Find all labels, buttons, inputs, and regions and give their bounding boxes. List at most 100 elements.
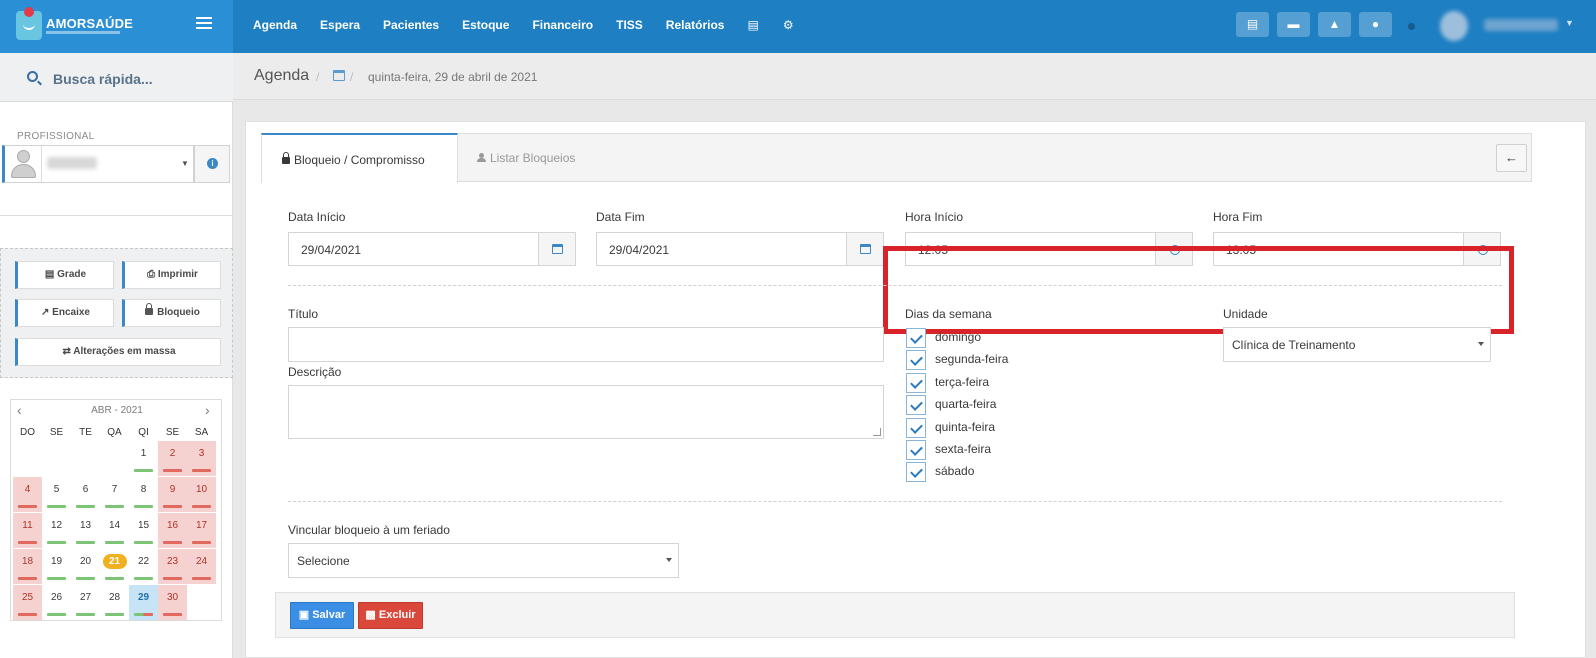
calendar-weekday-header: DO (20, 427, 35, 438)
alteracoes-em-massa-button[interactable]: ⇄ Alterações em massa (15, 338, 221, 366)
calendar-day[interactable]: 19 (42, 549, 71, 584)
chevron-down-icon (666, 558, 672, 562)
calendar-day[interactable]: 17 (187, 513, 216, 548)
grade-button[interactable]: ▤ Grade (15, 261, 114, 289)
calendar-day[interactable]: 16 (158, 513, 187, 548)
checkbox-icon[interactable] (906, 328, 926, 348)
calendar-day[interactable]: 7 (100, 477, 129, 512)
checkbox-icon[interactable] (906, 395, 926, 415)
user-name-blurred[interactable] (1484, 19, 1558, 31)
calendar-day[interactable]: 30 (158, 585, 187, 620)
calendar-day[interactable]: 9 (158, 477, 187, 512)
brand-area: AMORSAÚDE (0, 0, 233, 53)
nav-tiss[interactable]: TISS (616, 18, 643, 32)
calendar-day[interactable]: 6 (71, 477, 100, 512)
availability-bar (163, 505, 182, 508)
dias-da-semana-label: Dias da semana (905, 307, 992, 321)
encaixe-button[interactable]: ↗ Encaixe (15, 299, 114, 327)
availability-bar (134, 469, 153, 472)
avatar[interactable] (1440, 11, 1468, 41)
calendar-day[interactable]: 1 (129, 441, 158, 476)
bloqueio-button[interactable]: Bloqueio (122, 299, 221, 327)
nav-agenda[interactable]: Agenda (253, 18, 297, 32)
nav-pacientes[interactable]: Pacientes (383, 18, 439, 32)
calendar-day[interactable]: 15 (129, 513, 158, 548)
info-icon: i (207, 158, 218, 169)
checkbox-icon[interactable] (906, 462, 926, 482)
availability-bar (163, 613, 182, 616)
calendar-day[interactable]: 12 (42, 513, 71, 548)
calendar-day[interactable]: 28 (100, 585, 129, 620)
calendar-day[interactable]: 5 (42, 477, 71, 512)
calendar-day[interactable]: 4 (13, 477, 42, 512)
checkbox-icon[interactable] (906, 373, 926, 393)
nav-espera[interactable]: Espera (320, 18, 360, 32)
calendar-day[interactable]: 25 (13, 585, 42, 620)
nav-financeiro[interactable]: Financeiro (532, 18, 593, 32)
tab-listar-bloqueios[interactable]: Listar Bloqueios (477, 151, 575, 165)
database-icon[interactable]: ▤ (747, 18, 758, 32)
back-arrow-button[interactable]: ← (1496, 144, 1527, 172)
calendar-day[interactable]: 11 (13, 513, 42, 548)
data-inicio-calendar-button[interactable] (538, 232, 576, 266)
availability-bar (134, 505, 153, 508)
feriado-select[interactable]: Selecione (288, 543, 679, 578)
availability-bar (192, 505, 211, 508)
card-icon[interactable]: ▬ (1277, 12, 1310, 37)
professional-info-button[interactable]: i (194, 145, 230, 183)
calendar-day[interactable]: 22 (129, 549, 158, 584)
logo-icon (16, 7, 42, 40)
delete-button[interactable]: ▩ Excluir (358, 602, 423, 629)
tab-bloqueio-compromisso[interactable]: Bloqueio / Compromisso (261, 133, 458, 183)
calendar-day[interactable]: 14 (100, 513, 129, 548)
calendar-day[interactable]: 13 (71, 513, 100, 548)
calendar-day[interactable]: 26 (42, 585, 71, 620)
descricao-field[interactable] (288, 385, 884, 439)
chat-icon[interactable]: ● (1359, 12, 1392, 37)
nav-relatorios[interactable]: Relatórios (666, 18, 725, 32)
quick-search[interactable]: Busca rápida... (0, 53, 233, 102)
calendar-day[interactable]: 23 (158, 549, 187, 584)
save-button[interactable]: ▣ Salvar (290, 602, 354, 629)
gear-icon[interactable]: ⚙ (783, 18, 794, 32)
unidade-select[interactable]: Clínica de Treinamento (1223, 327, 1491, 362)
calendar-day[interactable]: 8 (129, 477, 158, 512)
titulo-field[interactable] (288, 327, 884, 362)
checkbox-icon[interactable] (906, 440, 926, 460)
calendar-day[interactable]: 2 (158, 441, 187, 476)
calendar-day[interactable]: 10 (187, 477, 216, 512)
imprimir-button[interactable]: ⎙ Imprimir (122, 261, 221, 289)
calendar-icon (552, 244, 563, 254)
data-fim-calendar-button[interactable] (846, 232, 884, 266)
bell-icon[interactable]: ▲ (1318, 12, 1351, 37)
feriado-label: Vincular bloqueio à um feriado (288, 523, 450, 537)
data-fim-field[interactable]: 29/04/2021 (596, 232, 847, 266)
page-title: Agenda (254, 67, 310, 84)
checkbox-icon[interactable] (906, 350, 926, 370)
calendar-day[interactable]: 21 (100, 549, 129, 584)
nav-estoque[interactable]: Estoque (462, 18, 509, 32)
unidade-label: Unidade (1223, 307, 1268, 321)
calendar-day[interactable]: 29 (129, 585, 158, 620)
chevron-down-icon[interactable]: ▼ (1565, 18, 1574, 28)
chevron-right-icon[interactable]: › (205, 402, 210, 418)
checkbox-icon[interactable] (906, 418, 926, 438)
availability-bar (163, 577, 182, 580)
calendar-day[interactable]: 27 (71, 585, 100, 620)
calendar-day[interactable]: 20 (71, 549, 100, 584)
search-input[interactable]: Busca rápida... (53, 71, 153, 87)
search-icon (27, 71, 38, 82)
data-inicio-field[interactable]: 29/04/2021 (288, 232, 539, 266)
calendar-day[interactable]: 18 (13, 549, 42, 584)
availability-bar (18, 541, 37, 544)
hamburger-menu-icon[interactable] (196, 17, 212, 30)
calendar-day[interactable]: 24 (187, 549, 216, 584)
calendar-day[interactable]: 3 (187, 441, 216, 476)
calendar-icon (333, 70, 345, 81)
calendar-weekday-header: QA (107, 427, 122, 438)
availability-bar (105, 613, 124, 616)
availability-bar (105, 505, 124, 508)
professional-select[interactable]: ▼ (2, 145, 194, 183)
resize-handle-icon[interactable] (873, 428, 881, 436)
inbox-icon[interactable]: ▤ (1236, 12, 1269, 37)
